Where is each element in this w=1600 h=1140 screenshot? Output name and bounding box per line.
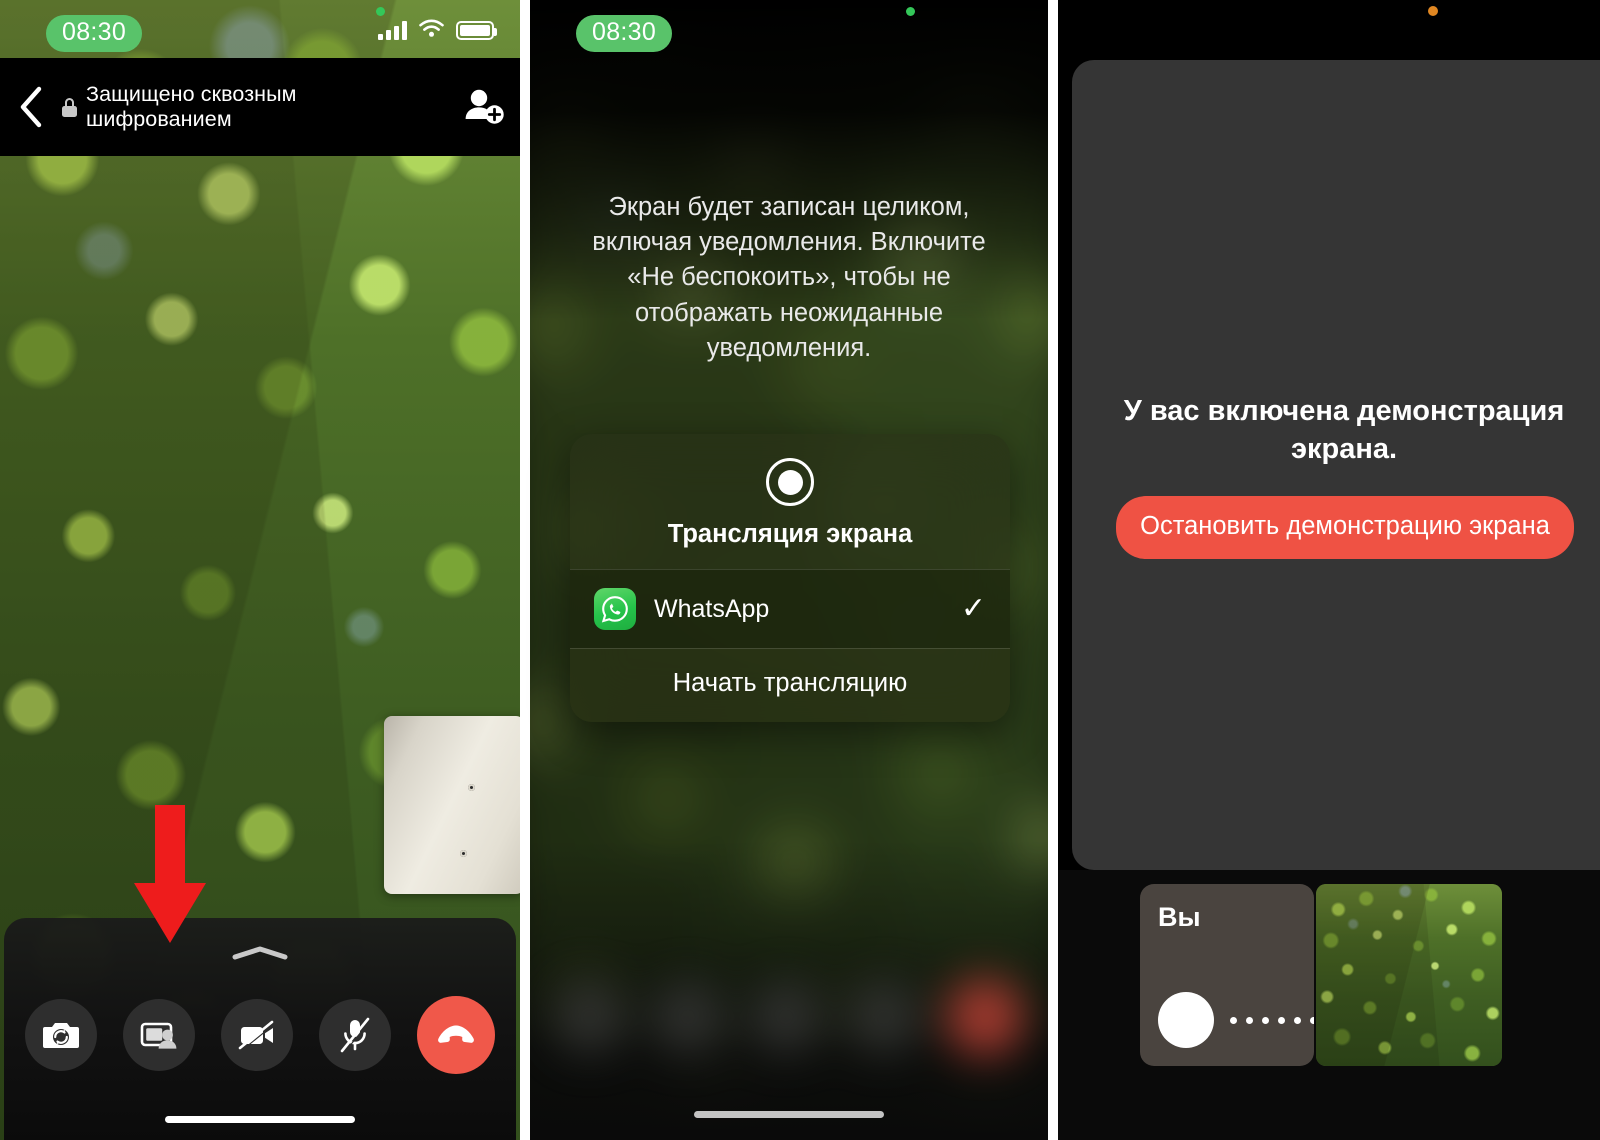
sharing-status-card: У вас включена демонстрация экрана. Оста… [1072, 60, 1600, 870]
stop-sharing-button[interactable]: Остановить демонстрацию экрана [1116, 496, 1574, 559]
wifi-icon [418, 18, 445, 43]
panel-sharing-active: У вас включена демонстрация экрана. Оста… [1058, 0, 1600, 1140]
back-button[interactable] [0, 86, 62, 128]
battery-full-icon [456, 21, 497, 40]
annotation-arrow-down [130, 805, 210, 945]
record-circle-icon [766, 458, 814, 506]
status-icons [378, 18, 497, 43]
broadcast-picker-sheet: Трансляция экрана WhatsApp ✓ Начать тран… [570, 434, 1010, 722]
panel-call-screen: 08:30 Защищено сквозным шифрованием [0, 0, 520, 1140]
encryption-banner: Защищено сквозным шифрованием [62, 82, 448, 132]
blurred-call-controls [530, 978, 1048, 1056]
start-broadcast-button[interactable]: Начать трансляцию [570, 648, 1010, 722]
remote-participant-tile[interactable] [1316, 884, 1502, 1066]
green-recording-dot-icon [906, 7, 915, 16]
participant-strip: Вы [1058, 870, 1600, 1140]
encryption-label: Защищено сквозным шифрованием [85, 82, 297, 131]
orange-recording-dot-icon [1428, 6, 1438, 16]
screen-record-notice: Экран будет записан целиком, включая уве… [592, 193, 986, 362]
chevron-up-grabber-icon[interactable] [232, 946, 288, 960]
microphone-off-icon [340, 1017, 371, 1053]
audio-activity-dots [1230, 1017, 1314, 1024]
video-camera-off-icon [238, 1020, 275, 1050]
broadcast-app-row-whatsapp[interactable]: WhatsApp ✓ [570, 569, 1010, 648]
checkmark-icon: ✓ [960, 592, 986, 625]
avatar [1158, 992, 1214, 1048]
triptych-sheet: 08:30 Защищено сквозным шифрованием 08:3… [0, 0, 1600, 1140]
screen-share-icon [140, 1022, 177, 1049]
status-bar: 08:30 [0, 0, 520, 58]
sharing-status-message: У вас включена демонстрация экрана. [1123, 395, 1565, 466]
broadcast-header: Трансляция экрана [570, 434, 1010, 569]
end-call-button[interactable] [417, 996, 495, 1074]
call-controls [4, 996, 516, 1074]
call-control-tray [4, 918, 516, 1140]
status-time: 08:30 [46, 15, 143, 52]
home-indicator [694, 1111, 884, 1118]
share-screen-button[interactable] [123, 999, 195, 1071]
add-person-button[interactable] [448, 88, 520, 126]
remote-video-feed [1316, 884, 1502, 1066]
camera-flip-icon [43, 1023, 79, 1048]
status-bar: 08:30 [530, 0, 1048, 58]
flip-camera-button[interactable] [25, 999, 97, 1071]
self-view-pip[interactable] [384, 716, 520, 894]
home-indicator [165, 1116, 355, 1123]
pip-detail-dot [460, 850, 467, 857]
status-time: 08:30 [576, 15, 673, 52]
green-recording-dot-icon [376, 7, 385, 16]
call-header: Защищено сквозным шифрованием [0, 58, 520, 156]
self-participant-label: Вы [1158, 902, 1201, 932]
self-participant-tile[interactable]: Вы [1140, 884, 1314, 1066]
video-off-button[interactable] [221, 999, 293, 1071]
mic-off-button[interactable] [319, 999, 391, 1071]
broadcast-app-label: WhatsApp [654, 594, 770, 623]
broadcast-title: Трансляция экрана [667, 520, 913, 548]
whatsapp-icon [594, 588, 636, 630]
cellular-bars-icon [378, 21, 407, 40]
end-call-handset-icon [438, 1025, 474, 1043]
lock-icon [62, 97, 77, 117]
pip-detail-dot [468, 784, 475, 791]
